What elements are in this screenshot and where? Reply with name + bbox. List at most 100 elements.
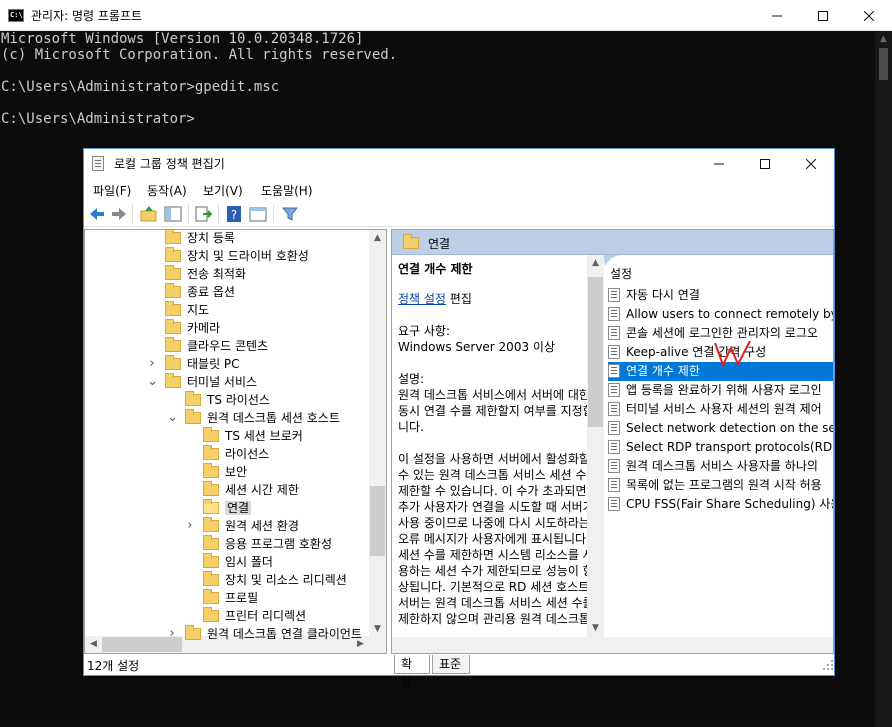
- tree-item[interactable]: 종료 옵션: [165, 283, 235, 301]
- description-scroll-thumb[interactable]: [588, 277, 603, 427]
- tree-item[interactable]: 장치 및 리소스 리디렉션: [203, 571, 347, 589]
- setting-label: Allow users to connect remotely by us: [626, 307, 834, 321]
- tree-item[interactable]: 보안: [203, 463, 247, 481]
- tree-scroll-thumb[interactable]: [370, 486, 385, 556]
- tree-item[interactable]: 임시 폴더: [203, 553, 273, 571]
- tree-item[interactable]: 응용 프로그램 호환성: [203, 535, 332, 553]
- status-text: 12개 설정: [87, 659, 140, 673]
- menu-help[interactable]: 도움말(H): [261, 182, 313, 199]
- gpedit-title-bar[interactable]: 로컬 그룹 정책 편집기: [84, 149, 834, 179]
- folder-icon: [165, 230, 181, 244]
- expand-chevron-icon[interactable]: ›: [167, 625, 177, 643]
- gpedit-maximize-button[interactable]: [742, 149, 788, 179]
- gpedit-close-button[interactable]: [788, 149, 834, 179]
- tree-item[interactable]: › 태블릿 PC: [149, 355, 240, 373]
- setting-row[interactable]: 자동 다시 연결: [608, 286, 833, 305]
- console-scrollbar[interactable]: ▲: [875, 31, 892, 727]
- settings-column-header[interactable]: 설정: [610, 265, 632, 282]
- tree-item[interactable]: 장치 및 드라이버 호환성: [165, 247, 309, 265]
- setting-row[interactable]: 앱 등록을 완료하기 위해 사용자 로그인: [608, 381, 833, 400]
- scroll-up-icon[interactable]: ▲: [587, 255, 604, 272]
- tree-item[interactable]: › 원격 데스크톱 연결 클라이언트: [169, 625, 362, 643]
- collapse-chevron-icon[interactable]: ⌄: [147, 373, 158, 391]
- toolbar-separator: [188, 205, 189, 223]
- console-close-button[interactable]: [846, 0, 892, 31]
- tree-item[interactable]: 카메라: [165, 319, 220, 337]
- gpedit-minimize-button[interactable]: [696, 149, 742, 179]
- setting-row[interactable]: 원격 데스크톱 서비스 사용자를 하나의: [608, 457, 833, 476]
- setting-row[interactable]: 목록에 없는 프로그램의 원격 시작 허용: [608, 476, 833, 495]
- tree-item[interactable]: 연결: [203, 499, 252, 517]
- folder-icon: [203, 553, 219, 568]
- console-scroll-thumb[interactable]: [879, 48, 888, 80]
- scroll-left-icon[interactable]: ◀: [85, 636, 102, 653]
- tree-item-label: 종료 옵션: [187, 285, 235, 299]
- scroll-up-icon[interactable]: ▲: [369, 230, 386, 247]
- setting-row[interactable]: CPU FSS(Fair Share Scheduling) 사용: [608, 495, 833, 514]
- tree-item-label: 전송 최적화: [187, 267, 247, 281]
- tree-item[interactable]: 지도: [165, 301, 209, 319]
- tree-item[interactable]: 클라우드 콘텐츠: [165, 337, 268, 355]
- filter-icon[interactable]: [281, 205, 299, 223]
- edit-policy-link[interactable]: 정책 설정: [398, 292, 446, 306]
- tree-item[interactable]: 프린터 리디렉션: [203, 607, 306, 625]
- show-hide-tree-icon[interactable]: [164, 205, 182, 223]
- toolbar-separator: [273, 205, 274, 223]
- folder-icon: [165, 319, 181, 334]
- tree-item[interactable]: ⌄ 원격 데스크톱 세션 호스트: [167, 409, 340, 427]
- details-pane: 연결 연결 개수 제한 정책 설정 편집 요구 사항: Windows Serv…: [391, 229, 834, 654]
- tree-item[interactable]: TS 세션 브로커: [203, 427, 303, 445]
- menu-view[interactable]: 보기(V): [203, 182, 243, 199]
- console-title-bar[interactable]: C:\ 관리자: 명령 프롬프트: [0, 0, 892, 31]
- tree-item[interactable]: TS 라이선스: [185, 391, 270, 409]
- description-scrollbar[interactable]: ▲ ▼: [587, 255, 604, 637]
- tree-item[interactable]: 세션 시간 제한: [203, 481, 299, 499]
- settings-list[interactable]: 설정 자동 다시 연결 Allow users to connect remote…: [604, 255, 834, 637]
- folder-icon: [203, 517, 219, 532]
- tree-vertical-scrollbar[interactable]: ▲ ▼: [369, 230, 386, 638]
- help-icon[interactable]: ?: [225, 205, 243, 223]
- setting-row[interactable]: Allow users to connect remotely by us: [608, 305, 834, 324]
- description-para2: 이 설정을 사용하면 서버에서 활성화할 수 있는 원격 데스크톱 서비스 세션…: [398, 452, 598, 626]
- setting-row[interactable]: Select network detection on the server: [608, 419, 833, 438]
- tree-item[interactable]: 장치 등록: [165, 230, 235, 247]
- tree-item-label: 라이선스: [225, 447, 270, 461]
- menu-action[interactable]: 동작(A): [147, 182, 187, 199]
- collapse-chevron-icon[interactable]: ⌄: [167, 409, 178, 427]
- properties-icon[interactable]: [249, 205, 267, 223]
- setting-row[interactable]: 터미널 서비스 사용자 세션의 원격 제어: [608, 400, 833, 419]
- console-line: C:\Users\Administrator>: [1, 111, 195, 127]
- expand-chevron-icon[interactable]: ›: [147, 355, 157, 373]
- expand-chevron-icon[interactable]: ›: [185, 517, 195, 535]
- folder-icon: [203, 445, 219, 460]
- up-folder-icon[interactable]: [140, 205, 158, 223]
- export-list-icon[interactable]: [194, 205, 212, 223]
- tree-item[interactable]: › 원격 세션 환경: [187, 517, 299, 535]
- scroll-up-icon[interactable]: ▲: [875, 31, 892, 48]
- tree-item-label: 장치 및 드라이버 호환성: [187, 249, 309, 263]
- tree-item[interactable]: 프로필: [203, 589, 258, 607]
- tree-item[interactable]: ⌄ 터미널 서비스: [147, 373, 258, 391]
- tree-item[interactable]: 라이선스: [203, 445, 269, 463]
- console-minimize-button[interactable]: [754, 0, 800, 31]
- back-arrow-icon[interactable]: [88, 205, 106, 223]
- console-maximize-button[interactable]: [800, 0, 846, 31]
- toolbar: ?: [84, 201, 834, 227]
- setting-label: 목록에 없는 프로그램의 원격 시작 허용: [626, 478, 822, 492]
- tree-item-label: 터미널 서비스: [187, 375, 258, 389]
- scroll-down-icon[interactable]: ▼: [587, 620, 604, 637]
- resize-grip-icon[interactable]: [822, 659, 834, 671]
- policy-tree[interactable]: ▲ ▼ ◀ ▶ 장치 등록 장치 및 드라이버 호환성 전송 최적화 종료 옵션 지도 카…: [84, 229, 387, 654]
- policy-setting-icon: [608, 459, 620, 473]
- setting-label: 콘솔 세션에 로그인한 관리자의 로그오: [626, 326, 818, 340]
- tree-item-label: 원격 세션 환경: [225, 519, 299, 533]
- setting-label: 자동 다시 연결: [626, 288, 700, 302]
- details-horizontal-scrollbar[interactable]: [392, 637, 833, 653]
- policy-setting-icon: [608, 383, 620, 397]
- menu-file[interactable]: 파일(F): [93, 182, 131, 199]
- tree-item[interactable]: 전송 최적화: [165, 265, 246, 283]
- forward-arrow-icon[interactable]: [110, 205, 128, 223]
- setting-row[interactable]: Select RDP transport protocols(RDP 전: [608, 438, 833, 457]
- policy-setting-icon: [608, 497, 620, 511]
